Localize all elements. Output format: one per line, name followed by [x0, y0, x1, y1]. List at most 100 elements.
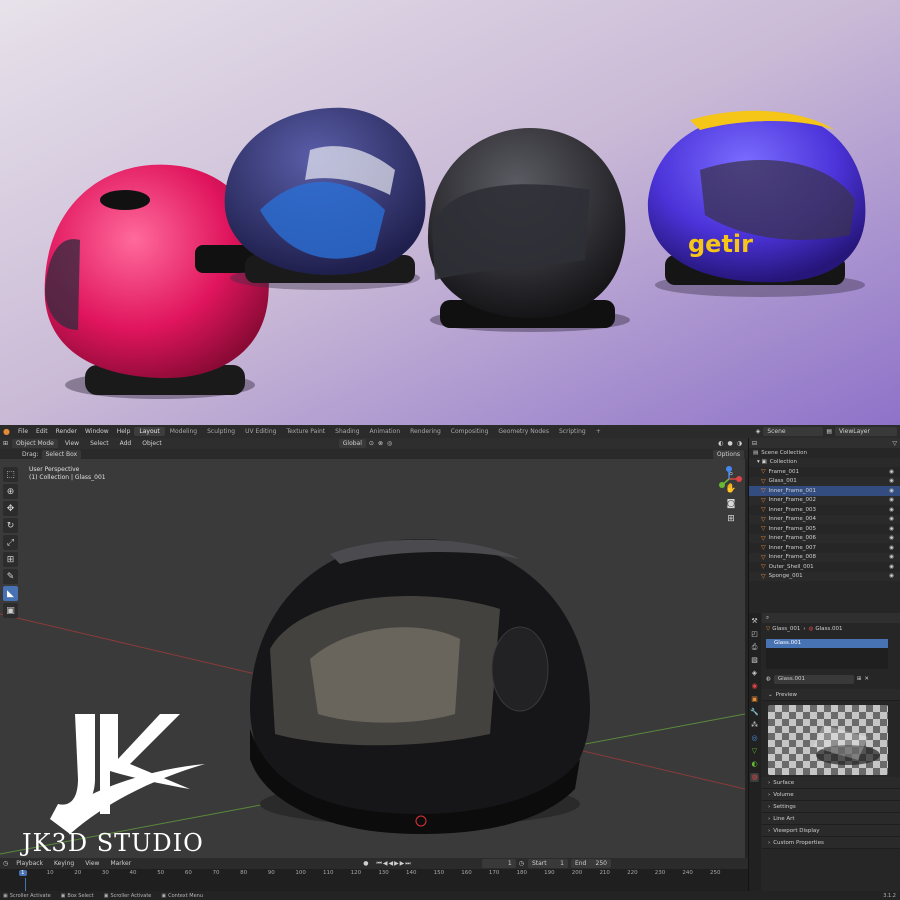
material-slot-item[interactable]: Glass.001 — [766, 639, 888, 648]
material-slots-list[interactable]: Glass.001 — [766, 639, 888, 669]
modifier-tab-icon[interactable]: 🔧 — [750, 708, 759, 717]
output-tab-icon[interactable]: ⎙ — [750, 643, 759, 652]
material-tab-icon[interactable]: ◍ — [750, 773, 759, 782]
add-workspace-button[interactable]: + — [591, 427, 606, 436]
menu-playback[interactable]: Playback — [12, 859, 47, 868]
add-cube-tool-icon[interactable]: ▣ — [3, 603, 18, 618]
unlink-icon[interactable]: ✕ — [864, 676, 869, 682]
material-name-field[interactable]: Glass.001 — [773, 674, 854, 684]
annotate-tool-icon[interactable]: ✎ — [3, 569, 18, 584]
playback-controls-icon[interactable]: ⏮◀◀▶▶⏭ — [376, 860, 411, 868]
visibility-eye-icon[interactable]: ◉ — [889, 507, 894, 513]
outliner-item[interactable]: ▽ Inner_Frame_005 ◉ — [749, 524, 900, 534]
scene-tab-icon[interactable]: ◈ — [750, 669, 759, 678]
constraints-tab-icon[interactable]: ▽ — [750, 747, 759, 756]
pivot-icon[interactable]: ⊙ — [369, 440, 374, 447]
record-icon[interactable]: ● — [363, 860, 368, 867]
visibility-eye-icon[interactable]: ◉ — [889, 469, 894, 475]
axis-gizmo-icon[interactable] — [715, 465, 743, 493]
select-tool-icon[interactable]: ⬚ — [3, 467, 18, 482]
menu-select[interactable]: Select — [86, 439, 113, 448]
blender-logo-icon[interactable]: ● — [3, 427, 10, 436]
camera-icon[interactable]: ◙ — [725, 498, 737, 510]
menu-window[interactable]: Window — [81, 428, 113, 435]
3d-viewport[interactable]: ⬚ ⊕ ✥ ↻ ⤢ ⊞ ✎ ◣ ▣ User Perspective (1) C… — [0, 459, 745, 858]
options-dropdown[interactable]: Options — [712, 449, 744, 459]
tab-compositing[interactable]: Compositing — [446, 427, 494, 436]
preview-section-header[interactable]: ⌄ Preview — [762, 689, 900, 701]
mode-selector[interactable]: Object Mode — [12, 439, 58, 448]
proportional-edit-icon[interactable]: ◎ — [387, 440, 392, 447]
move-tool-icon[interactable]: ✥ — [3, 501, 18, 516]
frame-start-field[interactable]: Start 1 — [527, 859, 568, 868]
render-tab-icon[interactable]: ◰ — [750, 630, 759, 639]
viewport-display-section[interactable]: › Viewport Display — [762, 825, 900, 837]
transform-tool-icon[interactable]: ⊞ — [3, 552, 18, 567]
outliner-item[interactable]: ▽ Glass_001 ◉ — [749, 476, 900, 486]
particles-tab-icon[interactable]: ⁂ — [750, 721, 759, 730]
surface-section[interactable]: › Surface — [762, 777, 900, 789]
volume-section[interactable]: › Volume — [762, 789, 900, 801]
visibility-eye-icon[interactable]: ◉ — [889, 488, 894, 494]
outliner-item[interactable]: ▽ Inner_Frame_007 ◉ — [749, 543, 900, 553]
outliner-item[interactable]: ▽ Inner_Frame_001 ◉ — [749, 486, 900, 496]
tab-animation[interactable]: Animation — [365, 427, 406, 436]
visibility-eye-icon[interactable]: ◉ — [889, 497, 894, 503]
tab-modeling[interactable]: Modeling — [165, 427, 202, 436]
tab-geometry-nodes[interactable]: Geometry Nodes — [493, 427, 554, 436]
playhead[interactable] — [25, 878, 26, 891]
timeline-editor-icon[interactable]: ◷ — [3, 860, 8, 867]
overlay-icon[interactable]: ◐ — [718, 440, 723, 447]
physics-tab-icon[interactable]: ◎ — [750, 734, 759, 743]
properties-search[interactable]: ⌕ — [762, 613, 900, 623]
fake-user-icon[interactable]: ⊞ — [857, 676, 862, 682]
shading-material-icon[interactable]: ◑ — [737, 440, 742, 447]
orientation-selector[interactable]: Global — [338, 439, 366, 448]
viewlayer-selector[interactable]: ViewLayer — [835, 427, 897, 436]
tab-rendering[interactable]: Rendering — [405, 427, 446, 436]
outliner-editor-icon[interactable]: ⊟ — [752, 440, 757, 447]
frame-end-field[interactable]: End 250 — [570, 859, 611, 868]
custom-properties-section[interactable]: › Custom Properties — [762, 837, 900, 849]
outliner-collection[interactable]: ▾ ▣ Collection — [749, 457, 900, 467]
timeline-ruler[interactable]: 1 10 20 30 40 50 60 70 80 90 100 110 120 130 140 150 160… — [0, 869, 748, 891]
menu-keying[interactable]: Keying — [50, 859, 78, 868]
rotate-tool-icon[interactable]: ↻ — [3, 518, 18, 533]
menu-render[interactable]: Render — [52, 428, 81, 435]
tab-scripting[interactable]: Scripting — [554, 427, 591, 436]
tab-shading[interactable]: Shading — [330, 427, 364, 436]
outliner-item[interactable]: ▽ Inner_Frame_008 ◉ — [749, 552, 900, 562]
data-tab-icon[interactable]: ◐ — [750, 760, 759, 769]
measure-tool-icon[interactable]: ◣ — [3, 586, 18, 601]
preview-range-icon[interactable]: ◷ — [519, 860, 524, 867]
object-tab-icon[interactable]: ▣ — [750, 695, 759, 704]
visibility-eye-icon[interactable]: ◉ — [889, 564, 894, 570]
shading-solid-icon[interactable]: ● — [728, 440, 733, 447]
menu-object[interactable]: Object — [138, 439, 166, 448]
visibility-eye-icon[interactable]: ◉ — [889, 478, 894, 484]
visibility-eye-icon[interactable]: ◉ — [889, 573, 894, 579]
menu-view[interactable]: View — [61, 439, 83, 448]
outliner-item[interactable]: ▽ Inner_Frame_004 ◉ — [749, 514, 900, 524]
menu-add[interactable]: Add — [116, 439, 136, 448]
scale-tool-icon[interactable]: ⤢ — [3, 535, 18, 550]
current-frame-field[interactable]: 1 — [481, 859, 516, 868]
grid-view-icon[interactable]: ⊞ — [725, 513, 737, 525]
menu-help[interactable]: Help — [113, 428, 135, 435]
outliner-filter-icon[interactable]: ▽ — [892, 440, 897, 447]
visibility-eye-icon[interactable]: ◉ — [889, 545, 894, 551]
drag-selector[interactable]: Select Box — [41, 449, 82, 459]
tab-uv-editing[interactable]: UV Editing — [240, 427, 281, 436]
visibility-eye-icon[interactable]: ◉ — [889, 526, 894, 532]
view-layer-tab-icon[interactable]: ▧ — [750, 656, 759, 665]
outliner-item[interactable]: ▽ Inner_Frame_002 ◉ — [749, 495, 900, 505]
visibility-eye-icon[interactable]: ◉ — [889, 535, 894, 541]
visibility-eye-icon[interactable]: ◉ — [889, 516, 894, 522]
snap-icon[interactable]: ⊗ — [378, 440, 383, 447]
tool-tab-icon[interactable]: ⚒ — [750, 617, 759, 626]
menu-file[interactable]: File — [14, 428, 32, 435]
world-tab-icon[interactable]: ◉ — [750, 682, 759, 691]
menu-timeline-view[interactable]: View — [81, 859, 103, 868]
editor-type-icon[interactable]: ⊞ — [3, 440, 8, 447]
outliner-item[interactable]: ▽ Sponge_001 ◉ — [749, 571, 900, 581]
